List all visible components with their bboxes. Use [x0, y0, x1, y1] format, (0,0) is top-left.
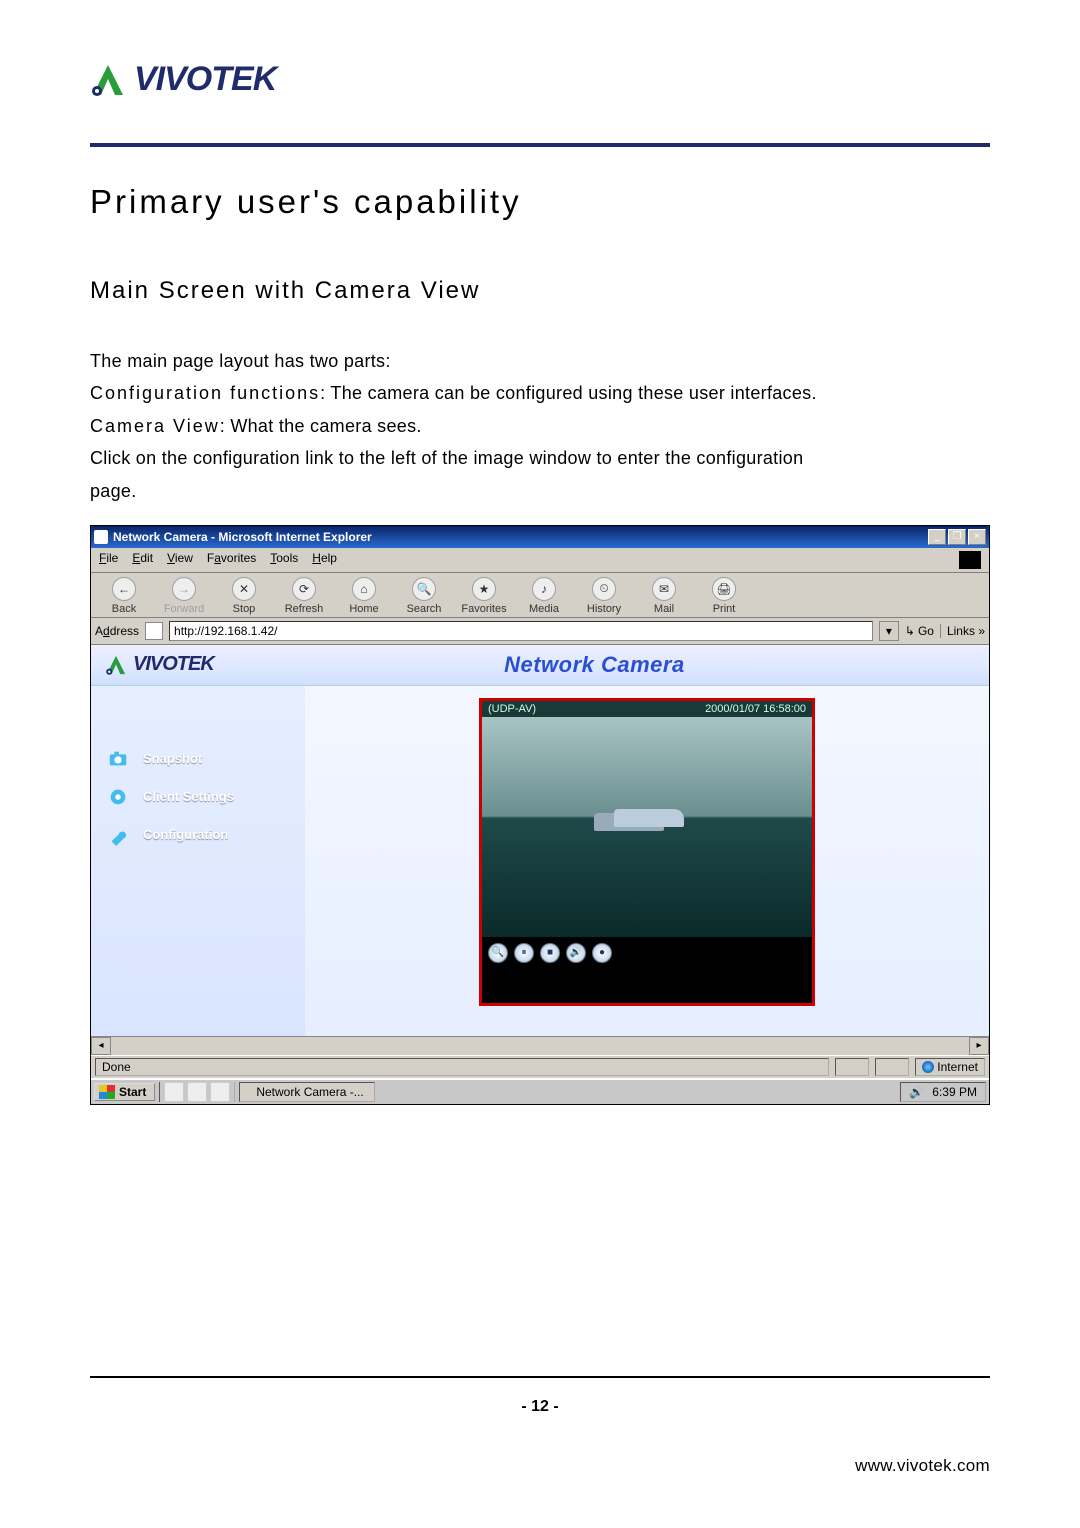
page-number: - 12 -: [0, 1398, 1080, 1416]
quick-launch: [159, 1082, 235, 1102]
intro-line: The main page layout has two parts:: [90, 345, 990, 377]
camera-controls: 🔍 ⏸ ■ 🔊 ●: [482, 937, 812, 969]
screenshot: e Network Camera - Microsoft Internet Ex…: [90, 525, 990, 1105]
minimize-button[interactable]: _: [928, 529, 946, 545]
address-dropdown[interactable]: ▾: [879, 621, 899, 641]
ql-ie-icon[interactable]: [187, 1082, 207, 1102]
section-title: Main Screen with Camera View: [90, 277, 990, 305]
history-button[interactable]: ⏲History: [577, 577, 631, 615]
page-content: VIVOTEK Network Camera Snapshot Client S…: [91, 645, 989, 1055]
camera-image: [482, 717, 812, 937]
window-title: Network Camera - Microsoft Internet Expl…: [113, 530, 928, 544]
menubar: File Edit View Favorites Tools Help: [91, 548, 989, 573]
menu-help[interactable]: Help: [312, 551, 337, 569]
back-button[interactable]: ←Back: [97, 577, 151, 615]
camera-frame: (UDP-AV) 2000/01/07 16:58:00 🔍 ⏸ ■ 🔊 ●: [479, 698, 815, 1006]
start-button[interactable]: Start: [94, 1083, 155, 1101]
status-text: Done: [102, 1060, 131, 1074]
media-button[interactable]: ♪Media: [517, 577, 571, 615]
search-button[interactable]: 🔍Search: [397, 577, 451, 615]
close-button[interactable]: ×: [968, 529, 986, 545]
home-button[interactable]: ⌂Home: [337, 577, 391, 615]
page-title: Primary user's capability: [90, 183, 990, 221]
ie-window: e Network Camera - Microsoft Internet Ex…: [90, 525, 990, 1105]
wrench-icon: [107, 824, 129, 846]
go-button[interactable]: ↳Go: [905, 624, 934, 638]
body-text: The main page layout has two parts: Conf…: [90, 345, 990, 507]
stop-icon[interactable]: ■: [540, 943, 560, 963]
titlebar: e Network Camera - Microsoft Internet Ex…: [91, 526, 989, 548]
stop-button[interactable]: ✕Stop: [217, 577, 271, 615]
address-label: Address: [95, 624, 139, 638]
task-button[interactable]: Network Camera -...: [239, 1082, 374, 1102]
pause-icon[interactable]: ⏸: [514, 943, 534, 963]
footer-rule: [90, 1376, 990, 1378]
cam-timestamp: 2000/01/07 16:58:00: [705, 703, 806, 715]
menu-favorites[interactable]: Favorites: [207, 551, 256, 569]
address-bar: Address ▾ ↳Go Links »: [91, 618, 989, 645]
kw-config: Configuration functions: [90, 383, 320, 403]
menu-edit[interactable]: Edit: [132, 551, 153, 569]
kw-view: Camera View: [90, 416, 220, 436]
camera-icon: [107, 748, 129, 770]
audio-icon[interactable]: 🔊: [566, 943, 586, 963]
links-button[interactable]: Links »: [940, 624, 985, 638]
more-line-2: page.: [90, 475, 990, 507]
camera-viewer: (UDP-AV) 2000/01/07 16:58:00 🔍 ⏸ ■ 🔊 ●: [305, 686, 989, 1036]
record-icon[interactable]: ●: [592, 943, 612, 963]
app-title: Network Camera: [214, 652, 975, 678]
refresh-button[interactable]: ⟳Refresh: [277, 577, 331, 615]
scroll-right-icon[interactable]: ▸: [969, 1037, 989, 1055]
sidebar-item-configuration[interactable]: Configuration: [103, 816, 293, 854]
ie-throbber-icon: [959, 551, 981, 569]
header-rule: [90, 143, 990, 147]
brand-logo: VIVOTEK: [90, 60, 990, 99]
windows-flag-icon: [99, 1085, 115, 1099]
sidebar-item-snapshot[interactable]: Snapshot: [103, 740, 293, 778]
h-scrollbar[interactable]: ◂ ▸: [91, 1036, 989, 1055]
system-tray: 🔊 6:39 PM: [900, 1082, 986, 1102]
ql-outlook-icon[interactable]: [210, 1082, 230, 1102]
gear-icon: [107, 786, 129, 808]
status-zone: Internet: [915, 1058, 985, 1076]
app-banner: VIVOTEK Network Camera: [91, 645, 989, 686]
page-icon: [145, 622, 163, 640]
app-brand-mark-icon: [105, 654, 127, 676]
toolbar: ←Back →Forward ✕Stop ⟳Refresh ⌂Home 🔍Sea…: [91, 573, 989, 618]
app-brand: VIVOTEK: [105, 653, 214, 676]
sidebar-item-client-settings[interactable]: Client Settings: [103, 778, 293, 816]
brand-wordmark: VIVOTEK: [134, 60, 276, 99]
menu-file[interactable]: File: [99, 551, 118, 569]
favorites-button[interactable]: ★Favorites: [457, 577, 511, 615]
tray-time: 6:39 PM: [932, 1085, 977, 1099]
print-button[interactable]: 🖨Print: [697, 577, 751, 615]
cam-protocol: (UDP-AV): [488, 703, 536, 715]
zoom-icon[interactable]: 🔍: [488, 943, 508, 963]
brand-mark-icon: [90, 62, 126, 98]
footer-url: www.vivotek.com: [855, 1456, 990, 1476]
status-bar: Done Internet: [91, 1055, 989, 1078]
more-line-1: Click on the configuration link to the l…: [90, 442, 990, 474]
globe-icon: [922, 1061, 934, 1073]
scroll-left-icon[interactable]: ◂: [91, 1037, 111, 1055]
ie-app-icon: e: [94, 530, 108, 544]
mail-button[interactable]: ✉Mail: [637, 577, 691, 615]
menu-tools[interactable]: Tools: [270, 551, 298, 569]
maximize-button[interactable]: ❐: [948, 529, 966, 545]
menu-view[interactable]: View: [167, 551, 193, 569]
tray-icon[interactable]: 🔊: [909, 1085, 924, 1099]
app-brand-text: VIVOTEK: [133, 653, 214, 676]
ql-desktop-icon[interactable]: [164, 1082, 184, 1102]
sidebar: Snapshot Client Settings Configuration: [91, 686, 305, 1036]
taskbar: Start Network Camera -... 🔊 6:39 PM: [91, 1078, 989, 1104]
forward-button[interactable]: →Forward: [157, 577, 211, 615]
address-input[interactable]: [169, 621, 873, 641]
